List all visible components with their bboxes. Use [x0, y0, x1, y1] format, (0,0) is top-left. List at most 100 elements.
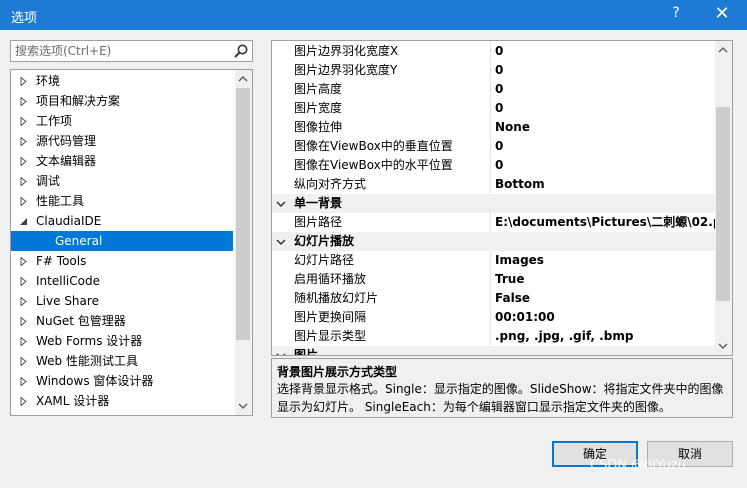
collapsed-arrow-icon[interactable]	[19, 177, 28, 186]
property-scrollbar[interactable]	[715, 41, 732, 355]
tree-item[interactable]: ClaudiaIDE	[11, 211, 233, 231]
collapsed-arrow-icon[interactable]	[19, 157, 28, 166]
property-value[interactable]: .png, .jpg, .gif, .bmp	[495, 327, 715, 346]
property-row[interactable]: 启用循环播放 True	[272, 270, 715, 289]
category-collapse-icon[interactable]	[276, 199, 286, 209]
tree-scrollbar[interactable]	[235, 70, 252, 415]
property-value[interactable]: 0	[495, 137, 715, 156]
property-row[interactable]: 图像在ViewBox中的水平位置 0	[272, 156, 715, 175]
tree-item-label: NuGet 包管理器	[36, 314, 126, 328]
collapsed-arrow-icon[interactable]	[19, 137, 28, 146]
property-scroll-thumb[interactable]	[716, 107, 730, 301]
description-panel: 背景图片展示方式类型 选择背景显示格式。Single：显示指定的图像。Slide…	[271, 358, 733, 418]
description-title: 背景图片展示方式类型	[277, 365, 398, 379]
property-name: 图片宽度	[294, 99, 491, 118]
property-value[interactable]: 0	[495, 156, 715, 175]
property-value[interactable]: None	[495, 118, 715, 137]
property-value[interactable]: True	[495, 270, 715, 289]
property-name: 图片更换间隔	[294, 308, 491, 327]
tree-item[interactable]: 工作项	[11, 111, 233, 131]
watermark: CSDN @hiYuzu	[590, 458, 686, 473]
search-input[interactable]	[13, 43, 225, 59]
tree-item[interactable]: Web Forms 设计器	[11, 331, 233, 351]
property-row[interactable]: 图片路径 E:\documents\Pictures\二刺螈\02.pn	[272, 213, 715, 232]
tree-scroll-thumb[interactable]	[236, 88, 250, 340]
collapsed-arrow-icon[interactable]	[19, 297, 28, 306]
category-label: 单一背景	[294, 196, 343, 210]
category-collapse-icon[interactable]	[276, 351, 286, 356]
property-row[interactable]: 随机播放幻灯片 False	[272, 289, 715, 308]
property-value[interactable]: False	[495, 289, 715, 308]
tree-item[interactable]: 调试	[11, 171, 233, 191]
property-row[interactable]: 图像在ViewBox中的垂直位置 0	[272, 137, 715, 156]
expanded-arrow-icon[interactable]	[19, 217, 28, 226]
property-name: 随机播放幻灯片	[294, 289, 491, 308]
scroll-down-arrow-icon[interactable]	[235, 398, 251, 414]
collapsed-arrow-icon[interactable]	[19, 117, 28, 126]
tree-item[interactable]: Windows 窗体设计器	[11, 371, 233, 391]
scroll-up-arrow-icon[interactable]	[235, 71, 251, 87]
property-value[interactable]: Bottom	[495, 175, 715, 194]
tree-item-label: 文本编辑器	[36, 154, 97, 168]
property-row[interactable]: 图像拉伸 None	[272, 118, 715, 137]
tree-item[interactable]: 环境	[11, 71, 233, 91]
collapsed-arrow-icon[interactable]	[19, 357, 28, 366]
collapsed-arrow-icon[interactable]	[19, 197, 28, 206]
property-category[interactable]: 图片	[272, 346, 715, 356]
tree-item-label: 源代码管理	[36, 134, 97, 148]
tree-item[interactable]: XAML 设计器	[11, 391, 233, 411]
property-row[interactable]: 图片边界羽化宽度X 0	[272, 42, 715, 61]
tree-item-label: XAML 设计器	[36, 394, 110, 408]
property-row[interactable]: 幻灯片路径 Images	[272, 251, 715, 270]
scroll-down-arrow-icon[interactable]	[715, 338, 731, 354]
tree-item[interactable]: 文本编辑器	[11, 151, 233, 171]
tree-item-label: Web Forms 设计器	[36, 334, 143, 348]
property-row[interactable]: 图片高度 0	[272, 80, 715, 99]
tree-item[interactable]: NuGet 包管理器	[11, 311, 233, 331]
help-button[interactable]: ?	[664, 5, 688, 25]
property-category[interactable]: 幻灯片播放	[272, 232, 715, 251]
property-name: 图片边界羽化宽度Y	[294, 61, 491, 80]
property-value[interactable]: 0	[495, 61, 715, 80]
collapsed-arrow-icon[interactable]	[19, 97, 28, 106]
scroll-up-arrow-icon[interactable]	[715, 42, 731, 58]
search-box	[10, 40, 253, 62]
collapsed-arrow-icon[interactable]	[19, 397, 28, 406]
property-value[interactable]: 0	[495, 99, 715, 118]
property-value[interactable]: 0	[495, 80, 715, 99]
property-value[interactable]: 0	[495, 42, 715, 61]
tree-item[interactable]: 性能工具	[11, 191, 233, 211]
tree-item[interactable]: General	[11, 231, 233, 251]
collapsed-arrow-icon[interactable]	[19, 377, 28, 386]
close-button[interactable]: ✕	[708, 3, 736, 27]
property-value[interactable]: 00:01:00	[495, 308, 715, 327]
collapsed-arrow-icon[interactable]	[19, 277, 28, 286]
description-text: 选择背景显示格式。Single：显示指定的图像。SlideShow：将指定文件夹…	[277, 382, 724, 414]
options-tree: 环境 项目和解决方案工作项源代码管理文本编辑器调试 性能工具 ClaudiaIDE Ge…	[10, 69, 253, 416]
property-row[interactable]: 图片宽度 0	[272, 99, 715, 118]
tree-item[interactable]: F# Tools	[11, 251, 233, 271]
property-row[interactable]: 图片更换间隔 00:01:00	[272, 308, 715, 327]
tree-item-label: IntelliCode	[36, 274, 100, 288]
collapsed-arrow-icon[interactable]	[19, 317, 28, 326]
property-name: 启用循环播放	[294, 270, 491, 289]
title-bar: 选项 ? ✕	[0, 0, 747, 30]
property-category[interactable]: 单一背景	[272, 194, 715, 213]
search-icon[interactable]	[233, 43, 249, 59]
tree-item-label: Live Share	[36, 294, 99, 308]
property-value[interactable]: E:\documents\Pictures\二刺螈\02.pn	[495, 213, 715, 232]
tree-item-label: 工作项	[36, 114, 73, 128]
property-row[interactable]: 图片显示类型 .png, .jpg, .gif, .bmp	[272, 327, 715, 346]
category-collapse-icon[interactable]	[276, 237, 286, 247]
property-row[interactable]: 纵向对齐方式 Bottom	[272, 175, 715, 194]
tree-item[interactable]: IntelliCode	[11, 271, 233, 291]
collapsed-arrow-icon[interactable]	[19, 77, 28, 86]
collapsed-arrow-icon[interactable]	[19, 337, 28, 346]
collapsed-arrow-icon[interactable]	[19, 257, 28, 266]
tree-item[interactable]: 源代码管理	[11, 131, 233, 151]
property-value[interactable]: Images	[495, 251, 715, 270]
tree-item[interactable]: 项目和解决方案	[11, 91, 233, 111]
property-row[interactable]: 图片边界羽化宽度Y 0	[272, 61, 715, 80]
tree-item[interactable]: Web 性能测试工具	[11, 351, 233, 371]
tree-item[interactable]: Live Share	[11, 291, 233, 311]
